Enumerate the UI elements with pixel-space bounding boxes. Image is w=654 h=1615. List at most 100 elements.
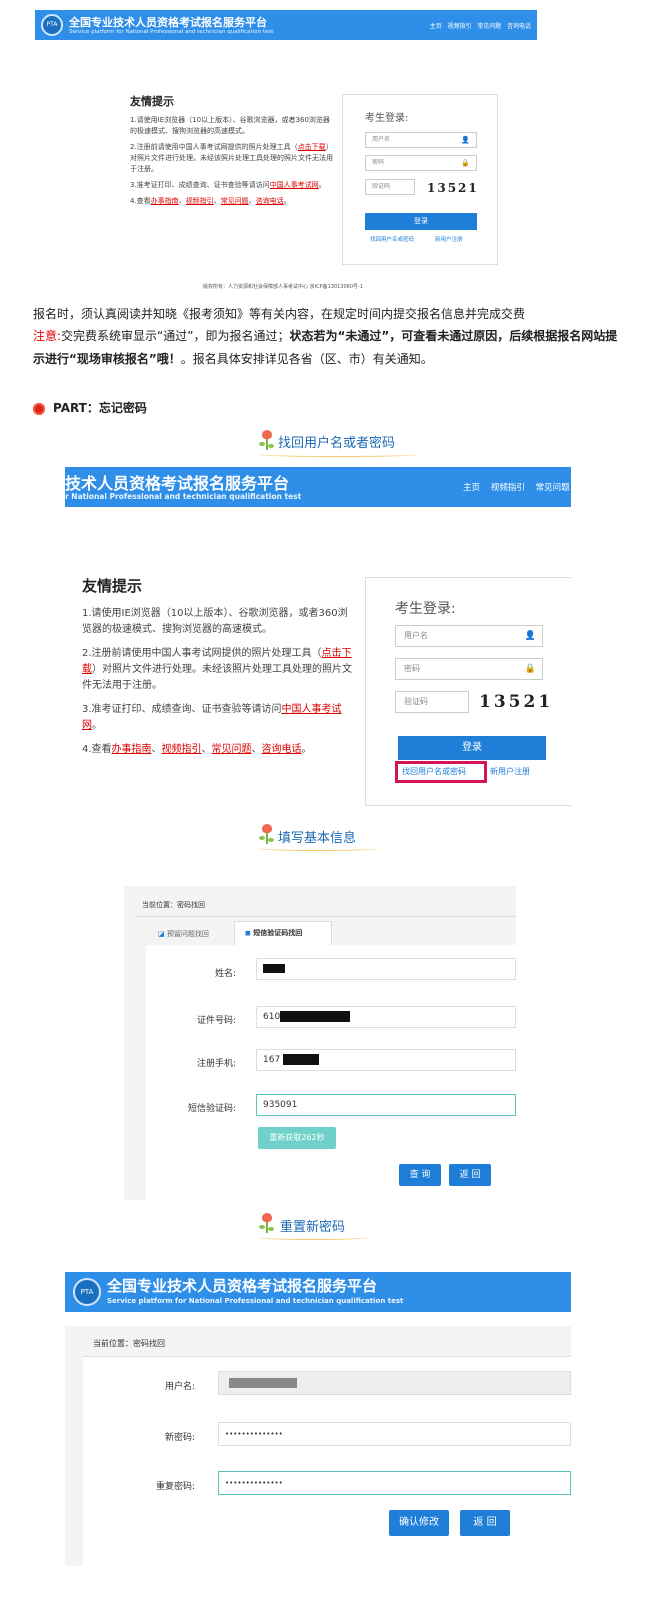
tab-question[interactable]: ◪ 预留问题找回 — [158, 929, 209, 939]
tips-panel: 友情提示 1.请使用IE浏览器（10以上版本）、谷歌浏览器，或者360浏览器的极… — [130, 93, 335, 207]
platform-title-2: 技术人员资格考试报名服务平台 — [65, 474, 290, 493]
login-title-2: 考生登录: — [395, 601, 456, 617]
password-placeholder-2: 密码 — [404, 664, 420, 673]
username-placeholder: 用户名 — [372, 136, 391, 143]
name-input[interactable] — [256, 958, 516, 980]
copyright-footer: 版权所有：人力资源和社会保障部人事考试中心 京ICP备13013060号-1 — [203, 284, 364, 290]
login-button-2[interactable]: 登录 — [398, 736, 546, 760]
title-underline — [258, 452, 418, 457]
password-input-2[interactable]: 密码 🔒 — [395, 658, 543, 680]
login-box: 考生登录: 用户名 👤 密码 🔒 验证码 13521 登录 找回用户名或密码 新用户… — [342, 94, 498, 265]
captcha-placeholder-2: 验证码 — [404, 697, 428, 706]
tip-3: 3.准考证打印、成绩查询、证书查验等请访问中国人事考试网。 — [130, 180, 335, 191]
article-note: 注意:交完费系统审显示“通过”，即为报名通过；状态若为“未通过”，可查看未通过原… — [33, 325, 627, 371]
captcha-placeholder: 验证码 — [372, 183, 391, 190]
tip-2-3: 3.准考证打印、成绩查询、证书查验等请访问中国人事考试网。 — [82, 702, 352, 734]
captcha-image-2[interactable]: 13521 — [479, 692, 553, 712]
platform-subtitle: Service platform for National Profession… — [69, 29, 274, 35]
nav-home[interactable]: 主页 — [430, 23, 442, 30]
nav-video-2[interactable]: 视频指引 — [491, 483, 525, 493]
platform-subtitle-2: r National Professional and technician q… — [65, 492, 302, 501]
confirm-button[interactable]: 确认修改 — [389, 1510, 449, 1536]
nav-faq-2[interactable]: 常见问题 — [536, 483, 570, 493]
note-text-2: 。报名具体安排详见各省（区、市）有关通知。 — [180, 352, 433, 366]
guide-link[interactable]: 办事指南 — [151, 197, 179, 205]
sms-icon: ◼ — [245, 929, 251, 937]
flower-icon — [33, 403, 45, 415]
username-placeholder-2: 用户名 — [404, 631, 428, 640]
reset-back-button[interactable]: 返 回 — [460, 1510, 510, 1536]
captcha-input[interactable]: 验证码 — [365, 179, 415, 195]
header-nav: 主页 视频指引 常见问题 咨询电话 — [430, 21, 531, 30]
platform-title-3: 全国专业技术人员资格考试报名服务平台 — [107, 1277, 378, 1295]
tip-2-text-a: 2.注册前请使用中国人事考试网提供的照片处理工具（ — [130, 143, 298, 151]
new-password-input[interactable]: •••••••••••••• — [218, 1422, 571, 1446]
tip-4-text-b: 。 — [283, 197, 291, 205]
guide-link-2[interactable]: 办事指南 — [112, 744, 152, 755]
tip-2-4-text-a: 4.查看 — [82, 744, 112, 755]
register-link-2[interactable]: 新用户注册 — [490, 766, 530, 777]
tips-panel-2: 友情提示 1.请使用IE浏览器（10以上版本）、谷歌浏览器，或者360浏览器的极… — [82, 575, 352, 758]
repeat-password-input[interactable]: •••••••••••••• — [218, 1471, 571, 1495]
nav-phone[interactable]: 咨询电话 — [507, 23, 531, 30]
redacted-name — [263, 964, 285, 973]
name-label: 姓名: — [214, 969, 236, 979]
tip-2: 2.注册前请使用中国人事考试网提供的照片处理工具（点击下载）对照片文件进行处理。… — [130, 142, 335, 175]
tip-4: 4.查看办事指南、视频指引、常见问题、咨询电话。 — [130, 197, 291, 205]
tip-2-1: 1.请使用IE浏览器（10以上版本）、谷歌浏览器，或者360浏览器的极速模式、搜… — [82, 608, 348, 635]
phone-link[interactable]: 咨询电话 — [256, 197, 284, 205]
tip-4-text-a: 4.查看 — [130, 197, 151, 205]
tulip-icon-2 — [258, 824, 276, 846]
phone-link-2[interactable]: 咨询电话 — [262, 744, 302, 755]
phone-label: 注册手机: — [196, 1059, 236, 1069]
id-prefix: 610 — [263, 1012, 281, 1022]
video-link-2[interactable]: 视频指引 — [162, 744, 202, 755]
tip-1: 1.请使用IE浏览器（10以上版本）、谷歌浏览器，或者360浏览器的极速模式、搜… — [130, 116, 330, 135]
password-placeholder: 密码 — [372, 159, 385, 166]
back-button[interactable]: 返 回 — [449, 1164, 491, 1186]
sms-code-input[interactable]: 935091 — [256, 1094, 516, 1116]
redacted-phone — [283, 1054, 320, 1065]
video-link[interactable]: 视频指引 — [186, 197, 214, 205]
tab-question-label: 预留问题找回 — [166, 930, 209, 938]
nav-video[interactable]: 视频指引 — [447, 23, 471, 30]
repeat-password-label: 重复密码: — [155, 1482, 195, 1492]
captcha-image[interactable]: 13521 — [427, 181, 479, 195]
username-input-2[interactable]: 用户名 👤 — [395, 625, 543, 647]
query-button[interactable]: 查 询 — [399, 1164, 441, 1186]
cpta-link[interactable]: 中国人事考试网 — [270, 181, 319, 189]
nav-faq[interactable]: 常见问题 — [477, 23, 501, 30]
id-input[interactable]: 610 — [256, 1006, 516, 1028]
tip-2-4: 4.查看办事指南、视频指引、常见问题、咨询电话。 — [82, 744, 312, 755]
lock-icon-2: 🔒 — [524, 664, 536, 674]
phone-input[interactable]: 167 — [256, 1049, 516, 1071]
nav-home-2[interactable]: 主页 — [463, 483, 480, 493]
captcha-input-2[interactable]: 验证码 — [395, 691, 469, 713]
resend-sms-button[interactable]: 重新获取262秒 — [258, 1127, 336, 1149]
title-underline-3 — [258, 1235, 368, 1240]
reset-form-panel: 当前位置：密码找回 用户名: 新密码: 新密码: •••••••••••••• … — [65, 1326, 571, 1566]
faq-link-2[interactable]: 常见问题 — [212, 744, 252, 755]
download-link[interactable]: 点击下载 — [298, 143, 326, 151]
platform-header-2: 技术人员资格考试报名服务平台 r National Professional a… — [65, 467, 571, 507]
username-input[interactable]: 用户名 👤 — [365, 132, 477, 148]
new-password-label-vis: 新密码: — [164, 1433, 195, 1443]
tip-2-3-text-a: 3.准考证打印、成绩查询、证书查验等请访问 — [82, 704, 282, 715]
pta-logo-3: PTA — [73, 1278, 101, 1306]
reset-breadcrumb: 当前位置：密码找回 — [93, 1339, 165, 1348]
article-paragraph-1: 报名时，须认真阅读并知晓《报考须知》等有关内容，在规定时间内提交报名信息并完成交… — [33, 307, 526, 321]
recover-breadcrumb: 当前位置：密码找回 — [142, 901, 205, 909]
recover-form-panel: 当前位置：密码找回 ◪ 预留问题找回 ◼ 短信验证码找回 姓名: 证件号码: 6… — [124, 886, 516, 1200]
header-nav-2: 主页 视频指引 常见问题 — [463, 481, 570, 493]
tips-title: 友情提示 — [130, 95, 174, 108]
username-label: 用户名: — [164, 1382, 195, 1392]
faq-link[interactable]: 常见问题 — [221, 197, 249, 205]
tab-sms[interactable]: ◼ 短信验证码找回 — [234, 921, 332, 945]
find-password-link[interactable]: 找回用户名或密码 — [370, 235, 414, 243]
login-button[interactable]: 登录 — [365, 213, 477, 230]
register-link[interactable]: 新用户注册 — [435, 235, 463, 243]
password-input[interactable]: 密码 🔒 — [365, 155, 477, 171]
find-password-link-2[interactable]: 找回用户名或密码 — [402, 766, 466, 777]
sms-code-label: 短信验证码: — [187, 1104, 236, 1114]
tips-title-2: 友情提示 — [82, 577, 143, 595]
